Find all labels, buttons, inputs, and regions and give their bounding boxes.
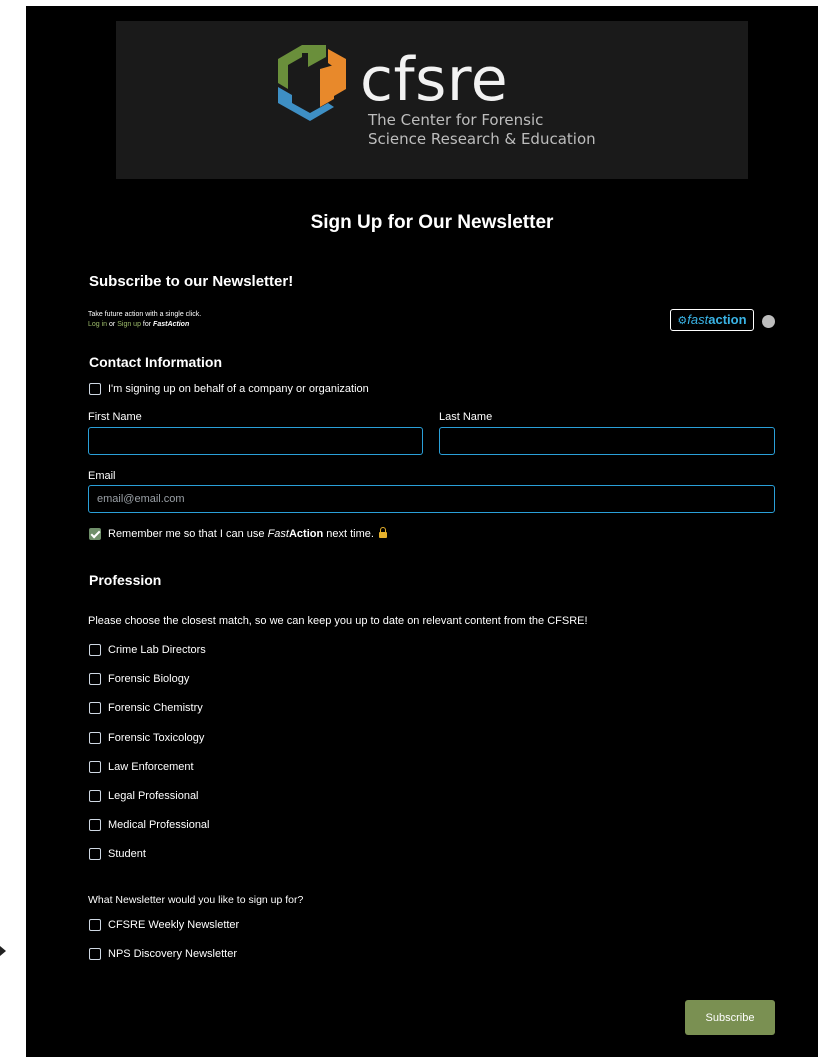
profession-checkbox[interactable] — [89, 848, 101, 860]
remember-prefix: Remember me so that I can use — [108, 528, 265, 540]
newsletter-option[interactable]: NPS Discovery Newsletter — [89, 948, 237, 960]
profession-option-label: Student — [108, 848, 146, 860]
email-label: Email — [88, 470, 116, 482]
profession-option-label: Law Enforcement — [108, 761, 194, 773]
profession-option[interactable]: Law Enforcement — [89, 761, 194, 773]
remember-fast: Fast — [267, 528, 289, 540]
for-text: for — [142, 321, 152, 328]
fastaction-promo: Take future action with a single click. … — [88, 310, 201, 330]
badge-fast-text: fast — [687, 312, 709, 327]
badge-action-text: action — [708, 312, 747, 327]
org-checkbox-row[interactable]: I'm signing up on behalf of a company or… — [89, 383, 369, 395]
signup-link[interactable]: Sign up — [117, 321, 141, 328]
profession-checkbox[interactable] — [89, 673, 101, 685]
remember-suffix: next time. — [326, 528, 374, 540]
subscribe-button[interactable]: Subscribe — [685, 1000, 775, 1035]
newsletter-option-label: CFSRE Weekly Newsletter — [108, 919, 240, 931]
fastaction-promo-line: Take future action with a single click. — [88, 311, 202, 318]
info-icon[interactable] — [762, 315, 775, 328]
org-checkbox-label: I'm signing up on behalf of a company or… — [108, 383, 369, 395]
profession-option-label: Crime Lab Directors — [108, 644, 206, 656]
caret-right-icon — [0, 946, 6, 956]
subscribe-heading: Subscribe to our Newsletter! — [89, 273, 294, 290]
profession-option-label: Forensic Biology — [108, 673, 190, 685]
cfsre-logo-banner: cfsre The Center for Forensic Science Re… — [116, 21, 748, 179]
fastaction-badge-button[interactable]: ⚙fastaction — [670, 309, 754, 331]
remember-action: Action — [288, 528, 324, 540]
profession-option[interactable]: Medical Professional — [89, 819, 210, 831]
profession-checkbox[interactable] — [89, 644, 101, 656]
profession-option-label: Forensic Toxicology — [108, 732, 205, 744]
newsletter-prompt: What Newsletter would you like to sign u… — [88, 894, 304, 906]
tagline-line-2: Science Research & Education — [368, 130, 596, 148]
newsletter-option[interactable]: CFSRE Weekly Newsletter — [89, 919, 239, 931]
profession-option[interactable]: Forensic Toxicology — [89, 732, 204, 744]
profession-checkbox[interactable] — [89, 761, 101, 773]
lock-icon — [378, 527, 387, 538]
login-link[interactable]: Log in — [88, 321, 107, 328]
profession-option[interactable]: Student — [89, 848, 146, 860]
profession-checkbox[interactable] — [89, 732, 101, 744]
remember-me-checkbox[interactable] — [89, 528, 101, 540]
profession-option[interactable]: Forensic Biology — [89, 673, 189, 685]
profession-option-label: Medical Professional — [108, 819, 210, 831]
profession-checkbox[interactable] — [89, 790, 101, 802]
last-name-label: Last Name — [439, 411, 493, 423]
profession-prompt: Please choose the closest match, so we c… — [88, 615, 588, 627]
first-name-label: First Name — [88, 411, 142, 423]
last-name-input[interactable] — [439, 427, 775, 455]
org-checkbox[interactable] — [89, 383, 101, 395]
remember-me-label: Remember me so that I can use FastAction… — [108, 528, 374, 540]
cfsre-logo-icon — [278, 45, 346, 121]
profession-option[interactable]: Legal Professional — [89, 790, 199, 802]
profession-option-label: Legal Professional — [108, 790, 199, 802]
profession-option-label: Forensic Chemistry — [108, 702, 203, 714]
remember-me-row[interactable]: Remember me so that I can use FastAction… — [89, 527, 387, 540]
newsletter-checkbox[interactable] — [89, 948, 101, 960]
profession-option[interactable]: Forensic Chemistry — [89, 702, 203, 714]
profession-option[interactable]: Crime Lab Directors — [89, 644, 206, 656]
profession-checkbox[interactable] — [89, 702, 101, 714]
contact-heading: Contact Information — [89, 354, 222, 370]
or-text: or — [109, 321, 116, 328]
cfsre-wordmark: cfsre — [360, 45, 509, 115]
cfsre-tagline: The Center for Forensic Science Research… — [368, 111, 596, 149]
first-name-input[interactable] — [88, 427, 423, 455]
email-input[interactable] — [88, 485, 775, 513]
gear-icon: ⚙ — [677, 315, 688, 327]
profession-heading: Profession — [89, 572, 162, 588]
profession-checkbox[interactable] — [89, 819, 101, 831]
newsletter-option-label: NPS Discovery Newsletter — [108, 948, 237, 960]
fastaction-name: FastAction — [153, 321, 190, 328]
newsletter-signup-form: cfsre The Center for Forensic Science Re… — [26, 6, 818, 1057]
tagline-line-1: The Center for Forensic — [368, 111, 544, 129]
page-title: Sign Up for Our Newsletter — [310, 212, 554, 233]
newsletter-checkbox[interactable] — [89, 919, 101, 931]
